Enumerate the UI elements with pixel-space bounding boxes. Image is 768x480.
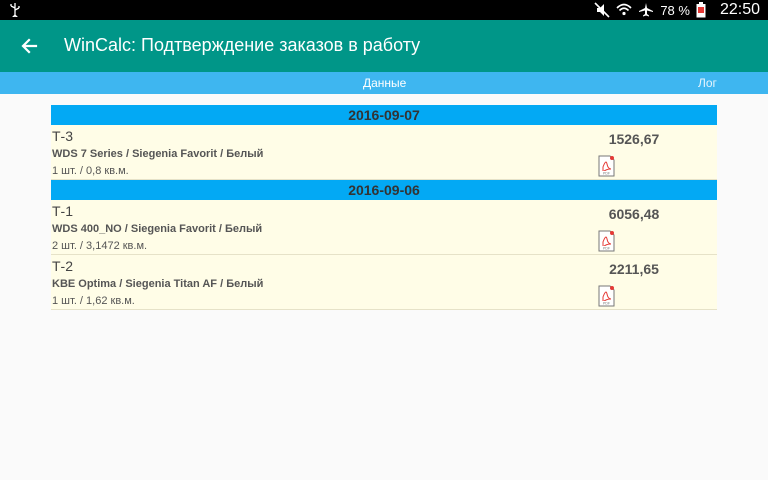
- page-title: WinCalc: Подтверждение заказов в работу: [64, 35, 421, 55]
- order-quantity: 2 шт. / 3,1472 кв.м.: [52, 240, 148, 252]
- pdf-icon[interactable]: PDF: [598, 285, 616, 307]
- usb-icon: [10, 3, 20, 20]
- pdf-icon[interactable]: PDF: [598, 230, 616, 252]
- order-quantity: 1 шт. / 1,62 кв.м.: [52, 295, 135, 307]
- order-item[interactable]: Т-3 WDS 7 Series / Siegenia Favorit / Бе…: [51, 125, 717, 180]
- tab-bar: Данные Лог: [0, 72, 768, 94]
- order-price: 2211,65: [609, 261, 659, 277]
- status-bar: 78 % 22:50: [0, 0, 768, 20]
- tab-data[interactable]: Данные: [363, 76, 406, 90]
- order-number: Т-3: [52, 128, 73, 144]
- order-product: WDS 400_NO / Siegenia Favorit / Белый: [52, 223, 263, 235]
- battery-icon: [696, 2, 712, 18]
- order-item[interactable]: Т-2 KBE Optima / Siegenia Titan AF / Бел…: [51, 255, 717, 310]
- svg-text:PDF: PDF: [603, 172, 610, 176]
- order-number: Т-2: [52, 258, 73, 274]
- date-header: 2016-09-07: [51, 105, 717, 125]
- mute-icon: [594, 2, 610, 18]
- orders-list: 2016-09-07 Т-3 WDS 7 Series / Siegenia F…: [51, 105, 717, 310]
- clock: 22:50: [719, 1, 760, 18]
- order-product: WDS 7 Series / Siegenia Favorit / Белый: [52, 148, 264, 160]
- battery-percent: 78 %: [660, 2, 690, 18]
- order-price: 6056,48: [608, 206, 660, 222]
- order-item[interactable]: Т-1 WDS 400_NO / Siegenia Favorit / Белы…: [51, 200, 717, 255]
- order-price: 1526,67: [608, 131, 660, 147]
- airplane-icon: [638, 2, 654, 18]
- tab-log[interactable]: Лог: [698, 76, 717, 90]
- svg-text:PDF: PDF: [603, 302, 610, 306]
- date-header: 2016-09-06: [51, 180, 717, 200]
- wifi-icon: [616, 2, 632, 18]
- pdf-icon[interactable]: PDF: [598, 155, 616, 177]
- status-icons: 78 % 22:50: [594, 0, 760, 20]
- order-quantity: 1 шт. / 0,8 кв.м.: [52, 165, 129, 177]
- order-product: KBE Optima / Siegenia Titan AF / Белый: [52, 278, 264, 290]
- app-bar: WinCalc: Подтверждение заказов в работу: [0, 20, 768, 72]
- svg-text:PDF: PDF: [603, 247, 610, 251]
- arrow-left-icon[interactable]: [16, 32, 44, 60]
- order-number: Т-1: [52, 203, 73, 219]
